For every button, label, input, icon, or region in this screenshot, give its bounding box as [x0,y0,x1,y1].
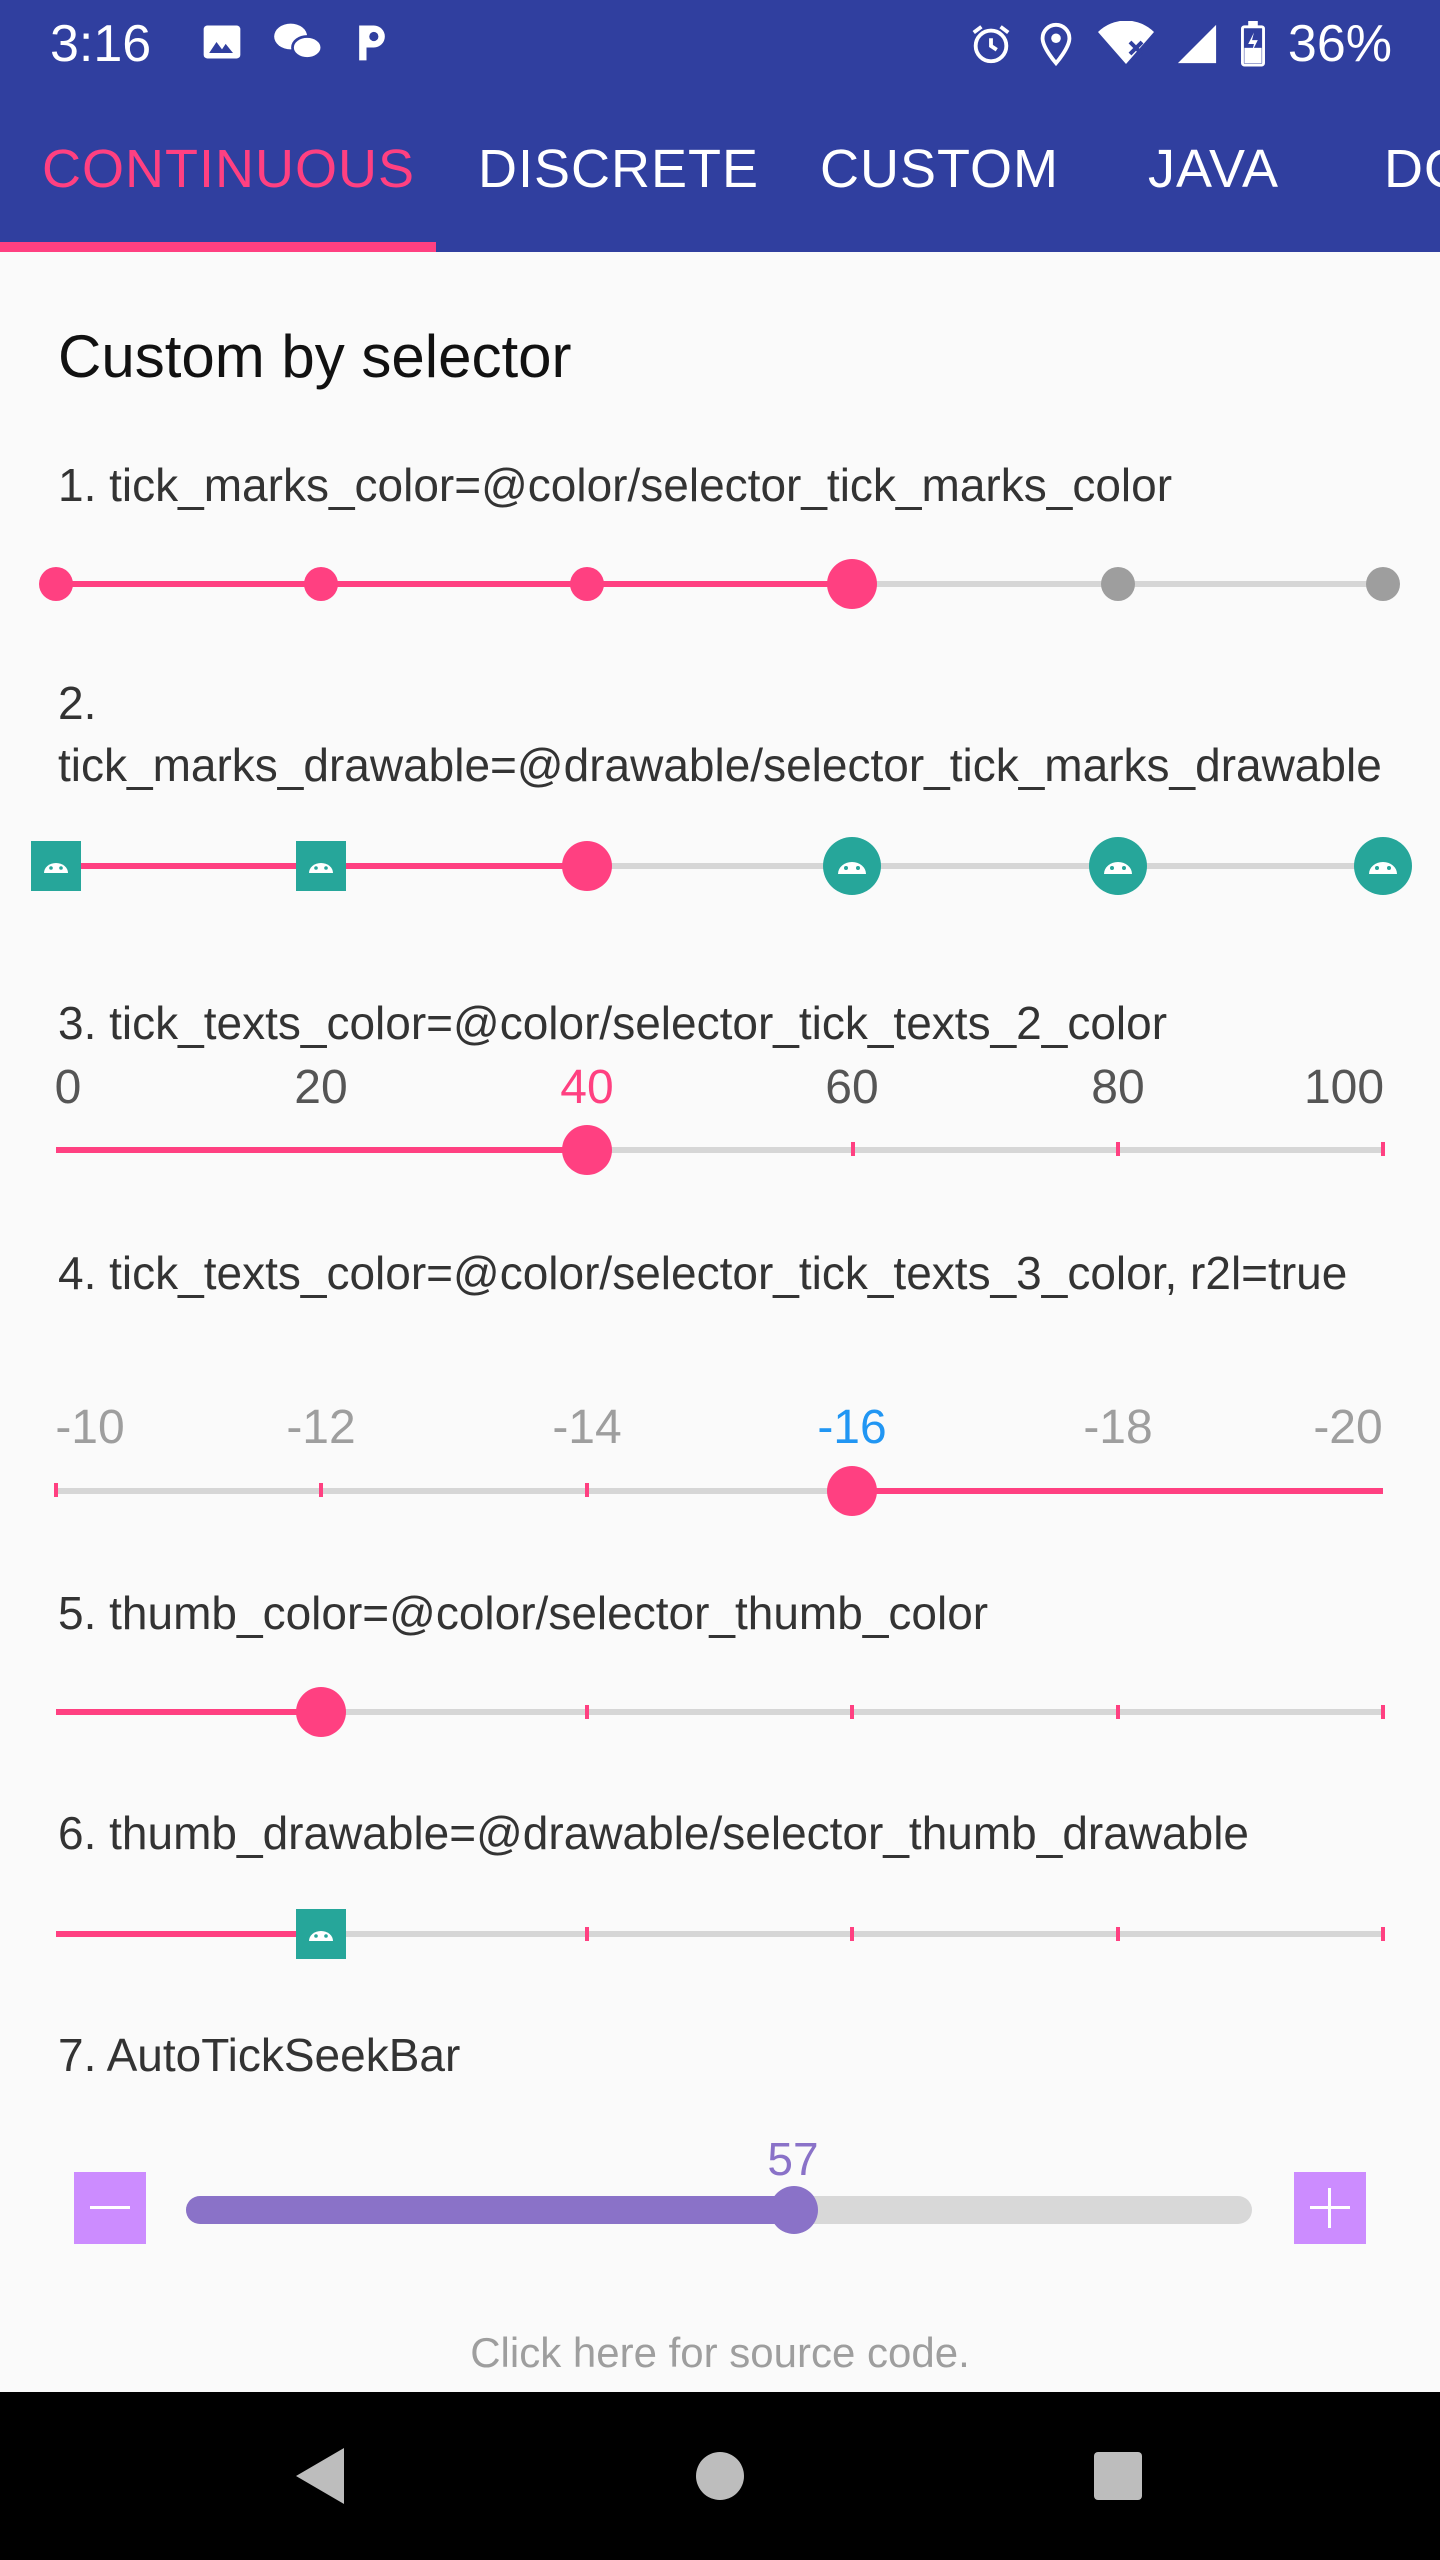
tick-mark [1116,1705,1120,1719]
battery-percent: 36% [1287,15,1392,73]
tab-custom[interactable]: CUSTOM [820,138,1059,200]
tab-indicator [0,242,436,252]
tick-text: 20 [294,1061,348,1114]
home-button[interactable] [660,2392,780,2560]
seekbar-1-tick [1366,567,1400,601]
item-5-label: 5. thumb_color=@color/selector_thumb_col… [58,1587,989,1639]
status-left-icons [200,20,392,64]
seekbar-3-progress [56,1147,587,1153]
tick-text: -20 [1313,1401,1383,1454]
tick-text: 80 [1091,1061,1145,1114]
tab-discrete[interactable]: DISCRETE [478,138,759,200]
item-3-label: 3. tick_texts_color=@color/selector_tick… [58,997,1168,1049]
tick-mark [1381,1927,1385,1941]
tick-mark [850,1705,854,1719]
android-circle-icon [1354,837,1412,895]
android-square-icon [296,841,346,891]
home-icon [696,2452,744,2500]
navigation-bar [0,2392,1440,2560]
seekbar-5-progress [56,1709,321,1715]
tick-mark [1381,1142,1385,1156]
wifi-icon [1097,21,1154,64]
tick-mark [1116,1142,1120,1156]
tick-text: -10 [55,1401,125,1454]
seekbar-4-progress [852,1488,1383,1494]
android-square-icon [31,841,81,891]
item-4-label: 4. tick_texts_color=@color/selector_tick… [58,1247,1348,1299]
tick-mark [585,1705,589,1719]
app-bar: 3:16 36% CONTINUOUS DISCRETE CUSTOM JAVA… [0,0,1440,252]
tick-mark [54,1483,58,1497]
tick-mark [1116,1927,1120,1941]
tick-text: -12 [286,1401,356,1454]
status-bar: 3:16 36% [0,0,1440,86]
source-code-link[interactable]: Click here for source code. [0,2329,1440,2377]
tick-text-selected: 40 [560,1061,614,1114]
tick-mark [585,1483,589,1497]
recents-button[interactable] [1058,2392,1178,2560]
seekbar-2-thumb[interactable] [562,841,612,891]
seekbar-3-thumb[interactable] [562,1125,612,1175]
alarm-icon [972,25,1010,64]
recents-icon [1094,2452,1142,2500]
seekbar-5-thumb[interactable] [296,1687,346,1737]
tab-java[interactable]: JAVA [1148,138,1279,200]
plus-icon [1310,2188,1350,2228]
tick-text: 60 [825,1061,879,1114]
tab-bar: CONTINUOUS DISCRETE CUSTOM JAVA DO [0,100,1440,252]
tick-mark [585,1927,589,1941]
android-circle-icon [1089,837,1147,895]
item-1-label: 1. tick_marks_color=@color/selector_tick… [58,459,1173,511]
tick-text-selected: -16 [817,1401,887,1454]
location-icon [1040,22,1072,67]
tick-text: 100 [1303,1061,1385,1114]
p-icon [359,25,385,61]
tick-text: 0 [54,1061,82,1114]
plus-button[interactable] [1294,2172,1366,2244]
battery-icon [1240,21,1265,67]
seekbar-1-tick [39,567,73,601]
page-title: Custom by selector [58,323,572,390]
back-button[interactable] [260,2392,380,2560]
auto-seekbar-value: 57 [767,2133,819,2185]
seekbar-1-thumb[interactable] [827,559,877,609]
tick-mark [1381,1705,1385,1719]
seekbar-1-tick [1101,567,1135,601]
seekbar-6-thumb[interactable] [296,1909,346,1959]
tick-text: -14 [552,1401,622,1454]
tick-mark [850,1927,854,1941]
image-icon [203,25,241,59]
seekbar-6-progress [56,1931,321,1937]
minus-button[interactable] [74,2172,146,2244]
signal-icon [1177,24,1217,64]
tick-mark [851,1142,855,1156]
item-7-label: 7. AutoTickSeekBar [58,2029,461,2081]
android-circle-icon [823,837,881,895]
tab-continuous[interactable]: CONTINUOUS [42,138,415,200]
tick-text: -18 [1083,1401,1153,1454]
status-right-icons: 36% [968,14,1392,74]
item-2-label: 2. tick_marks_drawable=@drawable/selecto… [58,677,1382,791]
status-time: 3:16 [50,15,152,73]
wechat-icon [274,23,324,60]
auto-seekbar-progress [186,2196,794,2224]
item-6-label: 6. thumb_drawable=@drawable/selector_thu… [58,1807,1250,1859]
seekbar-1-tick [570,567,604,601]
tick-mark [319,1483,323,1497]
minus-icon [90,2206,130,2209]
back-icon [296,2448,344,2504]
tab-do[interactable]: DO [1384,138,1440,200]
content-scroll[interactable]: Custom by selector 1. tick_marks_color=@… [0,252,1440,2392]
seekbar-4-thumb[interactable] [827,1466,877,1516]
seekbar-1-tick [304,567,338,601]
auto-seekbar-thumb[interactable] [770,2186,818,2234]
seekbar-1-progress [56,581,852,587]
